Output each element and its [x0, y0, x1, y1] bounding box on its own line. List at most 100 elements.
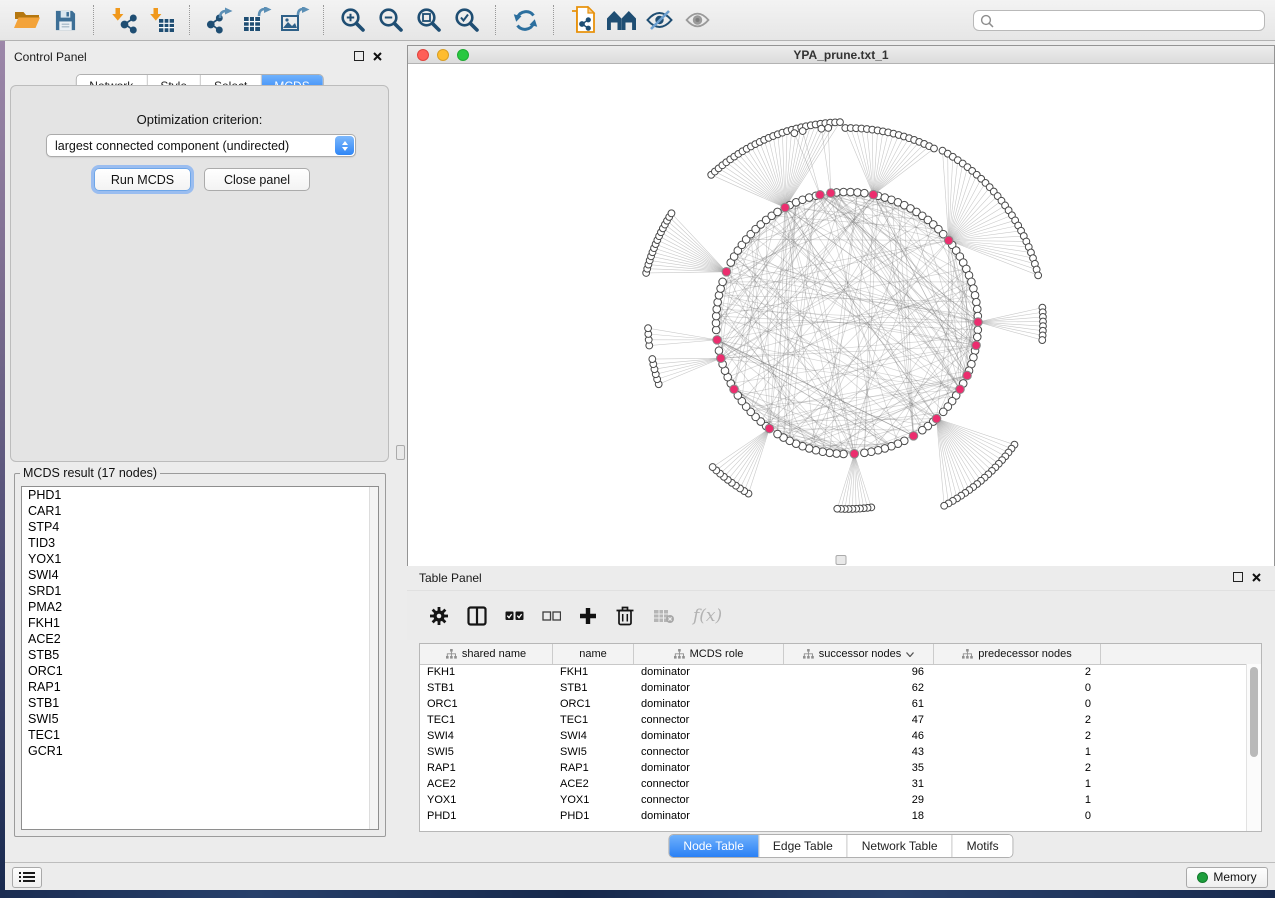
memory-status-icon — [1197, 872, 1208, 883]
table-cell: 29 — [784, 794, 934, 806]
network-canvas[interactable] — [408, 64, 1274, 566]
maximize-window-icon[interactable] — [457, 49, 469, 61]
export-table-button[interactable] — [241, 3, 273, 37]
table-cell: ORC1 — [553, 698, 634, 710]
table-row[interactable]: SWI4SWI4dominator462 — [420, 728, 1247, 744]
deselect-all-button[interactable] — [542, 603, 561, 629]
table-cell: 2 — [934, 762, 1101, 774]
mcds-result-item[interactable]: TID3 — [22, 535, 378, 551]
first-neighbors-button[interactable] — [605, 3, 637, 37]
add-column-button[interactable] — [579, 603, 597, 629]
mcds-result-item[interactable]: ACE2 — [22, 631, 378, 647]
tab-network-table[interactable]: Network Table — [847, 835, 952, 857]
column-header-mcds-role[interactable]: MCDS role — [634, 644, 784, 664]
table-row[interactable]: ACE2ACE2connector311 — [420, 776, 1247, 792]
table-cell: 61 — [784, 698, 934, 710]
column-header-name[interactable]: name — [553, 644, 634, 664]
criterion-dropdown[interactable]: largest connected component (undirected) — [46, 134, 356, 157]
close-panel-icon[interactable] — [373, 52, 382, 61]
table-scrollbar[interactable] — [1246, 664, 1261, 831]
export-image-button[interactable] — [279, 3, 311, 37]
table-row[interactable]: RAP1RAP1dominator352 — [420, 760, 1247, 776]
zoom-fit-button[interactable] — [413, 3, 445, 37]
table-row[interactable]: FKH1FKH1dominator962 — [420, 664, 1247, 680]
table-row[interactable]: SWI5SWI5connector431 — [420, 744, 1247, 760]
show-column-pane-button[interactable] — [467, 603, 487, 629]
table-cell: RAP1 — [553, 762, 634, 774]
column-header-predecessor-nodes[interactable]: predecessor nodes — [934, 644, 1101, 664]
mcds-result-item[interactable]: ORC1 — [22, 663, 378, 679]
export-network-button[interactable] — [203, 3, 235, 37]
hide-selected-button[interactable] — [643, 3, 675, 37]
import-table-button[interactable] — [145, 3, 177, 37]
mcds-result-group: MCDS result (17 nodes) PHD1CAR1STP4TID3Y… — [14, 466, 386, 837]
import-network-button[interactable] — [107, 3, 139, 37]
column-label: name — [579, 648, 607, 660]
table-cell: 1 — [934, 794, 1101, 806]
mcds-result-item[interactable]: SWI5 — [22, 711, 378, 727]
minimize-window-icon[interactable] — [437, 49, 449, 61]
zoom-out-button[interactable] — [375, 3, 407, 37]
mcds-result-item[interactable]: RAP1 — [22, 679, 378, 695]
mcds-result-item[interactable]: PHD1 — [22, 487, 378, 503]
task-history-button[interactable] — [12, 867, 42, 888]
table-cell: 46 — [784, 730, 934, 742]
table-toolbar: f(x) — [407, 590, 1275, 640]
network-graph[interactable] — [408, 64, 1274, 566]
table-cell: TEC1 — [553, 714, 634, 726]
mcds-result-item[interactable]: SWI4 — [22, 567, 378, 583]
select-all-button[interactable] — [505, 603, 524, 629]
table-settings-button[interactable] — [429, 603, 449, 629]
table-row[interactable]: STB1STB1dominator620 — [420, 680, 1247, 696]
column-pane-icon — [467, 606, 487, 626]
table-row[interactable]: YOX1YOX1connector291 — [420, 792, 1247, 808]
node-table-body[interactable]: FKH1FKH1dominator962STB1STB1dominator620… — [420, 664, 1247, 831]
table-row[interactable]: ORC1ORC1dominator610 — [420, 696, 1247, 712]
save-session-button[interactable] — [49, 3, 81, 37]
mcds-result-item[interactable]: FKH1 — [22, 615, 378, 631]
float-panel-icon[interactable] — [354, 51, 364, 61]
mcds-result-item[interactable]: TEC1 — [22, 727, 378, 743]
splitter-handle[interactable] — [396, 445, 405, 460]
mcds-result-item[interactable]: GCR1 — [22, 743, 378, 759]
mcds-result-item[interactable]: YOX1 — [22, 551, 378, 567]
mcds-result-item[interactable]: SRD1 — [22, 583, 378, 599]
column-header-successor-nodes[interactable]: successor nodes — [784, 644, 934, 664]
mcds-result-item[interactable]: PMA2 — [22, 599, 378, 615]
mcds-result-item[interactable]: CAR1 — [22, 503, 378, 519]
close-panel-button[interactable]: Close panel — [204, 168, 310, 191]
network-window-titlebar[interactable]: YPA_prune.txt_1 — [408, 46, 1274, 64]
memory-button[interactable]: Memory — [1186, 867, 1268, 888]
table-row[interactable]: PHD1PHD1dominator180 — [420, 808, 1247, 824]
column-header-shared-name[interactable]: shared name — [420, 644, 553, 664]
vertical-splitter[interactable] — [394, 41, 407, 862]
mcds-list-scrollbar[interactable] — [369, 487, 378, 829]
tab-motifs[interactable]: Motifs — [952, 835, 1013, 857]
zoom-selected-button[interactable] — [451, 3, 483, 37]
horizontal-splitter-handle[interactable] — [836, 555, 847, 565]
tab-edge-table[interactable]: Edge Table — [758, 835, 847, 857]
new-network-from-selection-button[interactable] — [567, 3, 599, 37]
mcds-result-item[interactable]: STB5 — [22, 647, 378, 663]
close-panel-icon[interactable] — [1252, 573, 1261, 582]
table-cell: dominator — [634, 682, 784, 694]
show-all-button[interactable] — [681, 3, 713, 37]
table-scrollbar-thumb[interactable] — [1250, 667, 1258, 757]
table-row[interactable]: TEC1TEC1connector472 — [420, 712, 1247, 728]
open-session-button[interactable] — [11, 3, 43, 37]
close-window-icon[interactable] — [417, 49, 429, 61]
tab-node-table[interactable]: Node Table — [669, 835, 758, 857]
mcds-result-item[interactable]: STB1 — [22, 695, 378, 711]
delete-selected-button[interactable] — [615, 603, 635, 629]
zoom-in-button[interactable] — [337, 3, 369, 37]
float-panel-icon[interactable] — [1233, 572, 1243, 582]
zoom-out-icon — [378, 7, 404, 33]
refresh-layout-button[interactable] — [509, 3, 541, 37]
mcds-result-item[interactable]: STP4 — [22, 519, 378, 535]
search-input[interactable] — [994, 13, 1264, 29]
table-cell: 35 — [784, 762, 934, 774]
run-mcds-button[interactable]: Run MCDS — [94, 168, 191, 191]
column-header-filler — [1101, 644, 1261, 664]
mcds-result-list[interactable]: PHD1CAR1STP4TID3YOX1SWI4SRD1PMA2FKH1ACE2… — [21, 486, 379, 830]
network-search-box[interactable] — [973, 10, 1265, 31]
